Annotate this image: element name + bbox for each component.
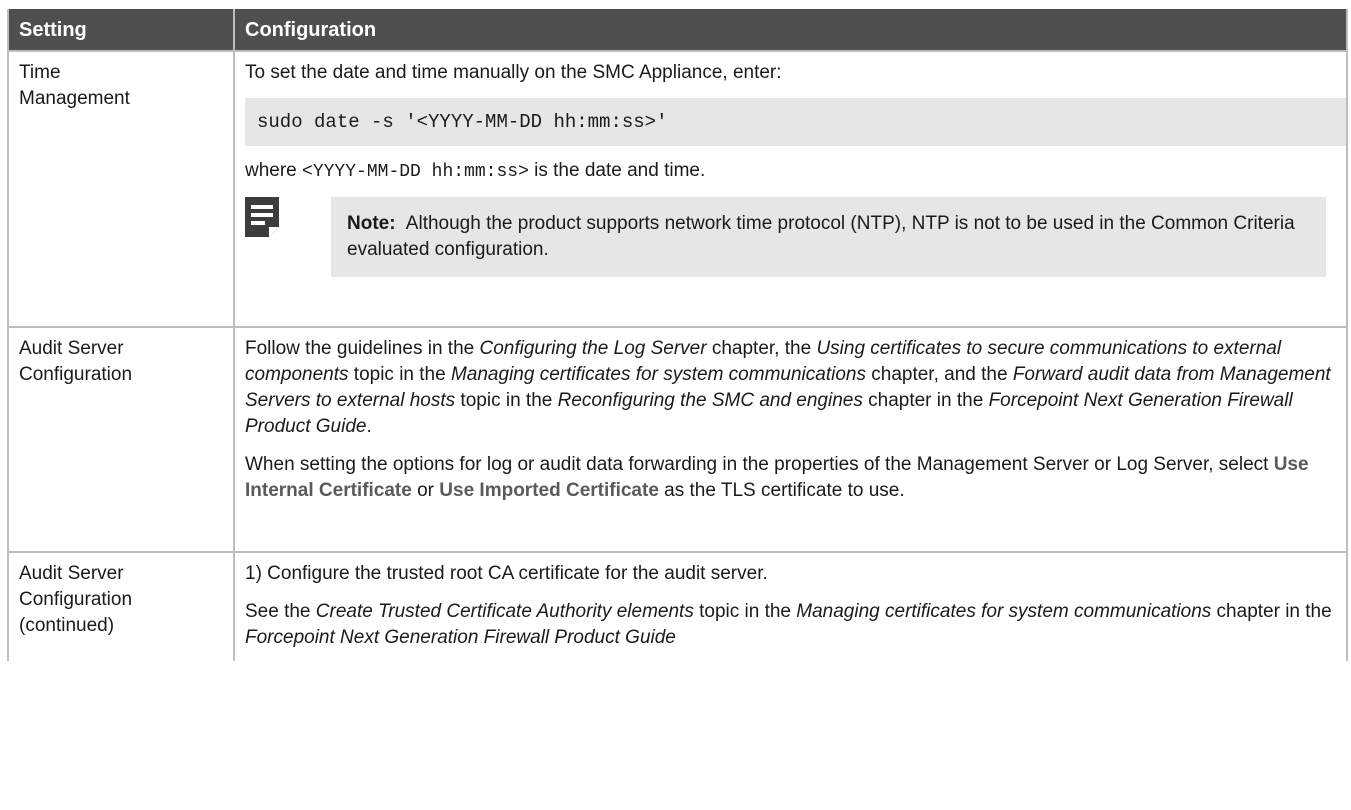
note-box: Note: Although the product supports netw…: [331, 197, 1326, 277]
paragraph: To set the date and time manually on the…: [245, 62, 782, 83]
text: or: [411, 480, 440, 501]
text: Follow the guidelines in the: [245, 338, 480, 359]
configuration-cell: To set the date and time manually on the…: [233, 50, 1348, 328]
ui-option-label: Use Imported Certificate: [439, 480, 659, 501]
text: topic in the: [348, 364, 451, 385]
setting-cell: Audit Server Configuration (continued): [7, 551, 235, 661]
header-setting: Setting: [7, 9, 235, 51]
text: chapter, the: [706, 338, 817, 359]
inline-code: <YYYY-MM-DD hh:mm:ss>: [302, 162, 529, 182]
text: topic in the: [693, 601, 797, 622]
paragraph: 1) Configure the trusted root CA certifi…: [245, 563, 768, 584]
table-row: Time Management To set the date and time…: [7, 50, 1348, 328]
header-configuration: Configuration: [233, 9, 1348, 51]
setting-name-line: Configuration: [19, 589, 133, 610]
paragraph: When setting the options for log or audi…: [245, 452, 1336, 504]
text: chapter in the: [862, 390, 989, 411]
text: where: [245, 160, 303, 181]
doc-reference: Create Trusted Certificate Authority ele…: [315, 601, 694, 622]
text: topic in the: [455, 390, 558, 411]
code-block: sudo date -s '<YYYY-MM-DD hh:mm:ss>': [245, 98, 1348, 146]
paragraph: Follow the guidelines in the Configuring…: [245, 336, 1336, 440]
table-row: Audit Server Configuration Follow the gu…: [7, 326, 1348, 553]
configuration-cell: Follow the guidelines in the Configuring…: [233, 326, 1348, 553]
doc-reference: Managing certificates for system communi…: [796, 601, 1212, 622]
text: .: [366, 416, 372, 437]
configuration-cell: 1) Configure the trusted root CA certifi…: [233, 551, 1348, 661]
paragraph: See the Create Trusted Certificate Autho…: [245, 599, 1336, 651]
doc-reference: Configuring the Log Server: [479, 338, 707, 359]
paragraph: where <YYYY-MM-DD hh:mm:ss> is the date …: [245, 158, 1336, 185]
doc-reference: Managing certificates for system communi…: [450, 364, 866, 385]
text: is the date and time.: [528, 160, 706, 181]
note-label: Note:: [347, 213, 396, 234]
text: When setting the options for log or audi…: [245, 454, 1274, 475]
text: as the TLS certificate to use.: [658, 480, 905, 501]
doc-reference: Forcepoint Next Generation Firewall Prod…: [245, 627, 676, 648]
note: Note: Although the product supports netw…: [245, 197, 1336, 277]
text: See the: [245, 601, 316, 622]
setting-name-line: Configuration: [19, 364, 133, 385]
setting-name-line: Time: [19, 62, 61, 83]
setting-name-line: Audit Server: [19, 563, 124, 584]
table-header-row: Setting Configuration: [7, 9, 1348, 51]
doc-reference: Reconfiguring the SMC and engines: [557, 390, 863, 411]
text: chapter, and the: [865, 364, 1013, 385]
note-icon: [245, 197, 279, 237]
setting-cell: Audit Server Configuration: [7, 326, 235, 553]
setting-cell: Time Management: [7, 50, 235, 328]
text: chapter in the: [1211, 601, 1332, 622]
setting-name-line: Audit Server: [19, 338, 124, 359]
settings-table: Setting Configuration Time Management To…: [7, 9, 1348, 661]
table-row: Audit Server Configuration (continued) 1…: [7, 551, 1348, 661]
note-text: Although the product supports network ti…: [347, 213, 1295, 260]
setting-name-line: Management: [19, 88, 130, 109]
setting-name-line: (continued): [19, 615, 115, 636]
